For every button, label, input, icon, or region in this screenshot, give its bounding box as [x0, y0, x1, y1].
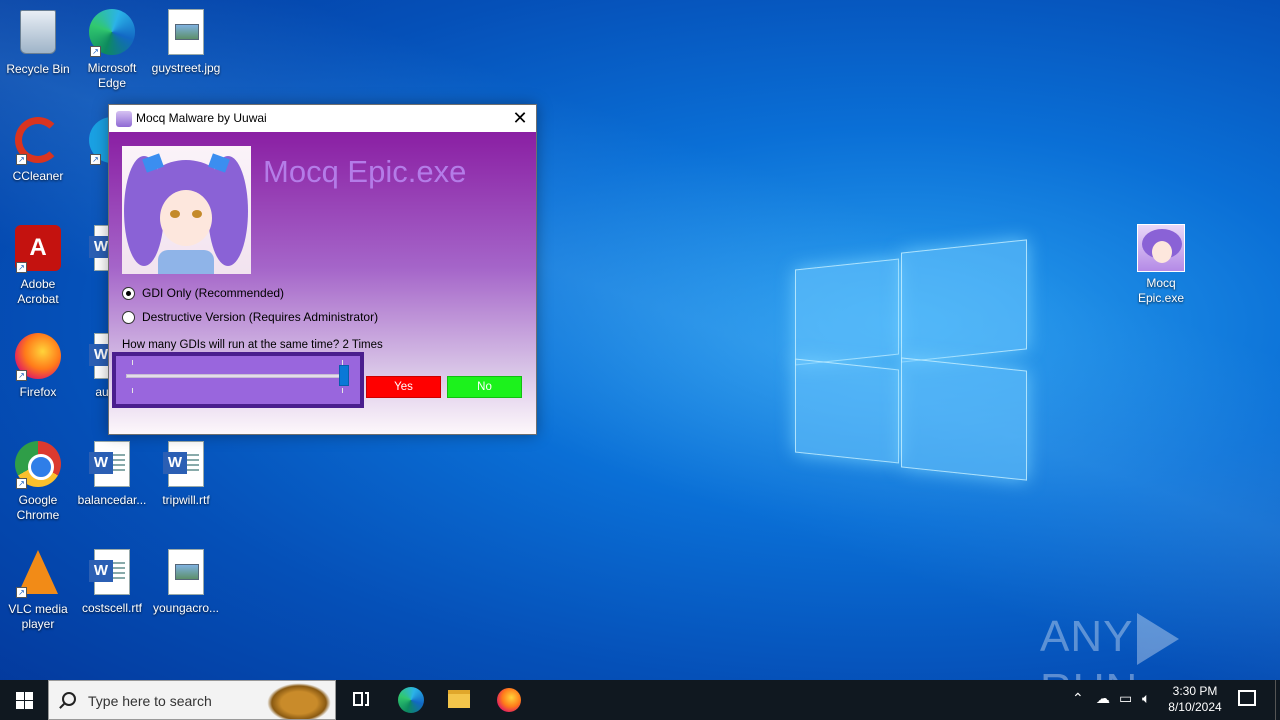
radio-gdi-only[interactable]: GDI Only (Recommended) — [122, 286, 284, 300]
task-view-button[interactable] — [336, 680, 384, 720]
desktop-icon-microsoft-edge[interactable]: ↗ Microsoft Edge — [74, 8, 150, 91]
search-highlight-lion-image — [267, 683, 331, 719]
anime-girl-icon — [1137, 224, 1185, 272]
icon-label: Adobe Acrobat — [17, 277, 59, 306]
icon-label: costscell.rtf — [81, 601, 142, 615]
app-heading: Mocq Epic.exe — [263, 154, 467, 189]
notification-center-icon[interactable] — [1238, 690, 1256, 706]
task-view-icon — [353, 692, 363, 706]
desktop-icon-ccleaner[interactable]: ↗ CCleaner — [0, 116, 76, 184]
icon-label: youngacro... — [152, 601, 220, 615]
no-button[interactable]: No — [447, 376, 522, 398]
desktop-icon-costscell[interactable]: W costscell.rtf — [74, 548, 150, 616]
icon-label: balancedar... — [77, 493, 147, 507]
icon-label: Recycle Bin — [6, 62, 70, 76]
show-desktop-button[interactable] — [1275, 680, 1276, 720]
shortcut-arrow-icon: ↗ — [90, 46, 101, 57]
word-document-icon: W — [89, 549, 130, 595]
chevron-up-icon[interactable]: ⌃ — [1072, 690, 1084, 707]
slider-thumb[interactable] — [339, 365, 349, 386]
clock-date: 8/10/2024 — [1168, 700, 1222, 714]
desktop-icon-guystreet[interactable]: guystreet.jpg — [148, 8, 224, 76]
icon-label: VLC media player — [8, 602, 68, 631]
desktop-icon-mocq-epic[interactable]: Mocq Epic.exe — [1123, 224, 1199, 306]
start-button[interactable] — [0, 680, 48, 720]
shortcut-arrow-icon: ↗ — [16, 154, 27, 165]
taskbar-firefox-button[interactable] — [484, 680, 532, 720]
shortcut-arrow-icon: ↗ — [16, 587, 27, 598]
search-placeholder: Type here to search — [88, 693, 212, 709]
desktop-icon-recycle-bin[interactable]: Recycle Bin — [0, 8, 76, 77]
radio-button-unchecked[interactable] — [122, 310, 135, 324]
close-button[interactable]: ✕ — [504, 105, 536, 132]
network-icon[interactable]: ▭ — [1119, 690, 1132, 707]
play-triangle-icon — [1137, 613, 1180, 666]
shortcut-arrow-icon: ↗ — [16, 370, 27, 381]
radio-label: Destructive Version (Requires Administra… — [142, 310, 379, 324]
taskbar-clock[interactable]: 3:30 PM 8/10/2024 — [1162, 683, 1228, 715]
windows-logo-wallpaper — [795, 239, 1030, 481]
gdi-count-question: How many GDIs will run at the same time?… — [122, 339, 383, 351]
edge-icon — [398, 687, 424, 713]
mocq-dialog-window: Mocq Malware by Uuwai ✕ Mocq Epic.exe GD… — [108, 104, 537, 435]
icon-label: Microsoft Edge — [87, 61, 137, 90]
slider-track[interactable] — [126, 374, 348, 378]
windows-icon — [16, 692, 24, 700]
onedrive-icon[interactable]: ☁ — [1096, 690, 1110, 707]
desktop-icon-balancedar[interactable]: W balancedar... — [74, 440, 150, 508]
radio-destructive-version[interactable]: Destructive Version (Requires Administra… — [122, 310, 378, 324]
radio-label: GDI Only (Recommended) — [142, 286, 285, 300]
anime-character-image — [122, 146, 251, 274]
dialog-title: Mocq Malware by Uuwai — [136, 111, 267, 125]
taskbar-edge-button[interactable] — [386, 680, 434, 720]
watermark-text-left: ANY — [1040, 612, 1134, 661]
taskbar: Type here to search ⌃ ☁ ▭ 🔈︎ 3:30 PM 8/1… — [0, 680, 1280, 720]
desktop-icon-adobe-acrobat[interactable]: A ↗ Adobe Acrobat — [0, 224, 76, 307]
icon-label: Firefox — [19, 385, 57, 399]
shortcut-arrow-icon: ↗ — [90, 154, 101, 165]
desktop-icon-tripwill[interactable]: W tripwill.rtf — [148, 440, 224, 508]
desktop-icon-vlc[interactable]: ↗ VLC media player — [0, 548, 76, 632]
folder-icon — [448, 690, 470, 708]
recycle-bin-icon — [20, 10, 56, 54]
clock-time: 3:30 PM — [1172, 684, 1218, 698]
taskbar-search-box[interactable]: Type here to search — [48, 680, 336, 720]
firefox-icon — [497, 688, 521, 712]
word-document-icon: W — [163, 441, 204, 487]
yes-button[interactable]: Yes — [366, 376, 441, 398]
slider-tick — [132, 388, 133, 393]
slider-tick — [132, 360, 133, 365]
icon-label: guystreet.jpg — [151, 61, 221, 75]
radio-button-checked[interactable] — [122, 286, 135, 300]
desktop-icon-firefox[interactable]: ↗ Firefox — [0, 332, 76, 400]
icon-label: Google Chrome — [16, 493, 60, 522]
search-icon — [62, 692, 76, 706]
image-file-icon — [168, 9, 204, 55]
dialog-titlebar[interactable]: Mocq Malware by Uuwai ✕ — [109, 105, 536, 132]
shortcut-arrow-icon: ↗ — [16, 478, 27, 489]
gdi-count-slider[interactable] — [112, 352, 364, 408]
volume-icon[interactable]: 🔈︎ — [1142, 690, 1150, 707]
app-icon — [116, 111, 132, 127]
slider-tick — [342, 388, 343, 393]
dialog-client-area: Mocq Epic.exe GDI Only (Recommended) Des… — [109, 132, 536, 434]
desktop-icon-google-chrome[interactable]: ↗ Google Chrome — [0, 440, 76, 523]
icon-label: CCleaner — [12, 169, 64, 183]
icon-label: tripwill.rtf — [162, 493, 210, 507]
word-document-icon: W — [89, 441, 130, 487]
shortcut-arrow-icon: ↗ — [16, 262, 27, 273]
taskbar-file-explorer-button[interactable] — [434, 680, 482, 720]
image-file-icon — [168, 549, 204, 595]
desktop-icon-youngacro[interactable]: youngacro... — [148, 548, 224, 616]
icon-label: Mocq Epic.exe — [1137, 276, 1185, 305]
